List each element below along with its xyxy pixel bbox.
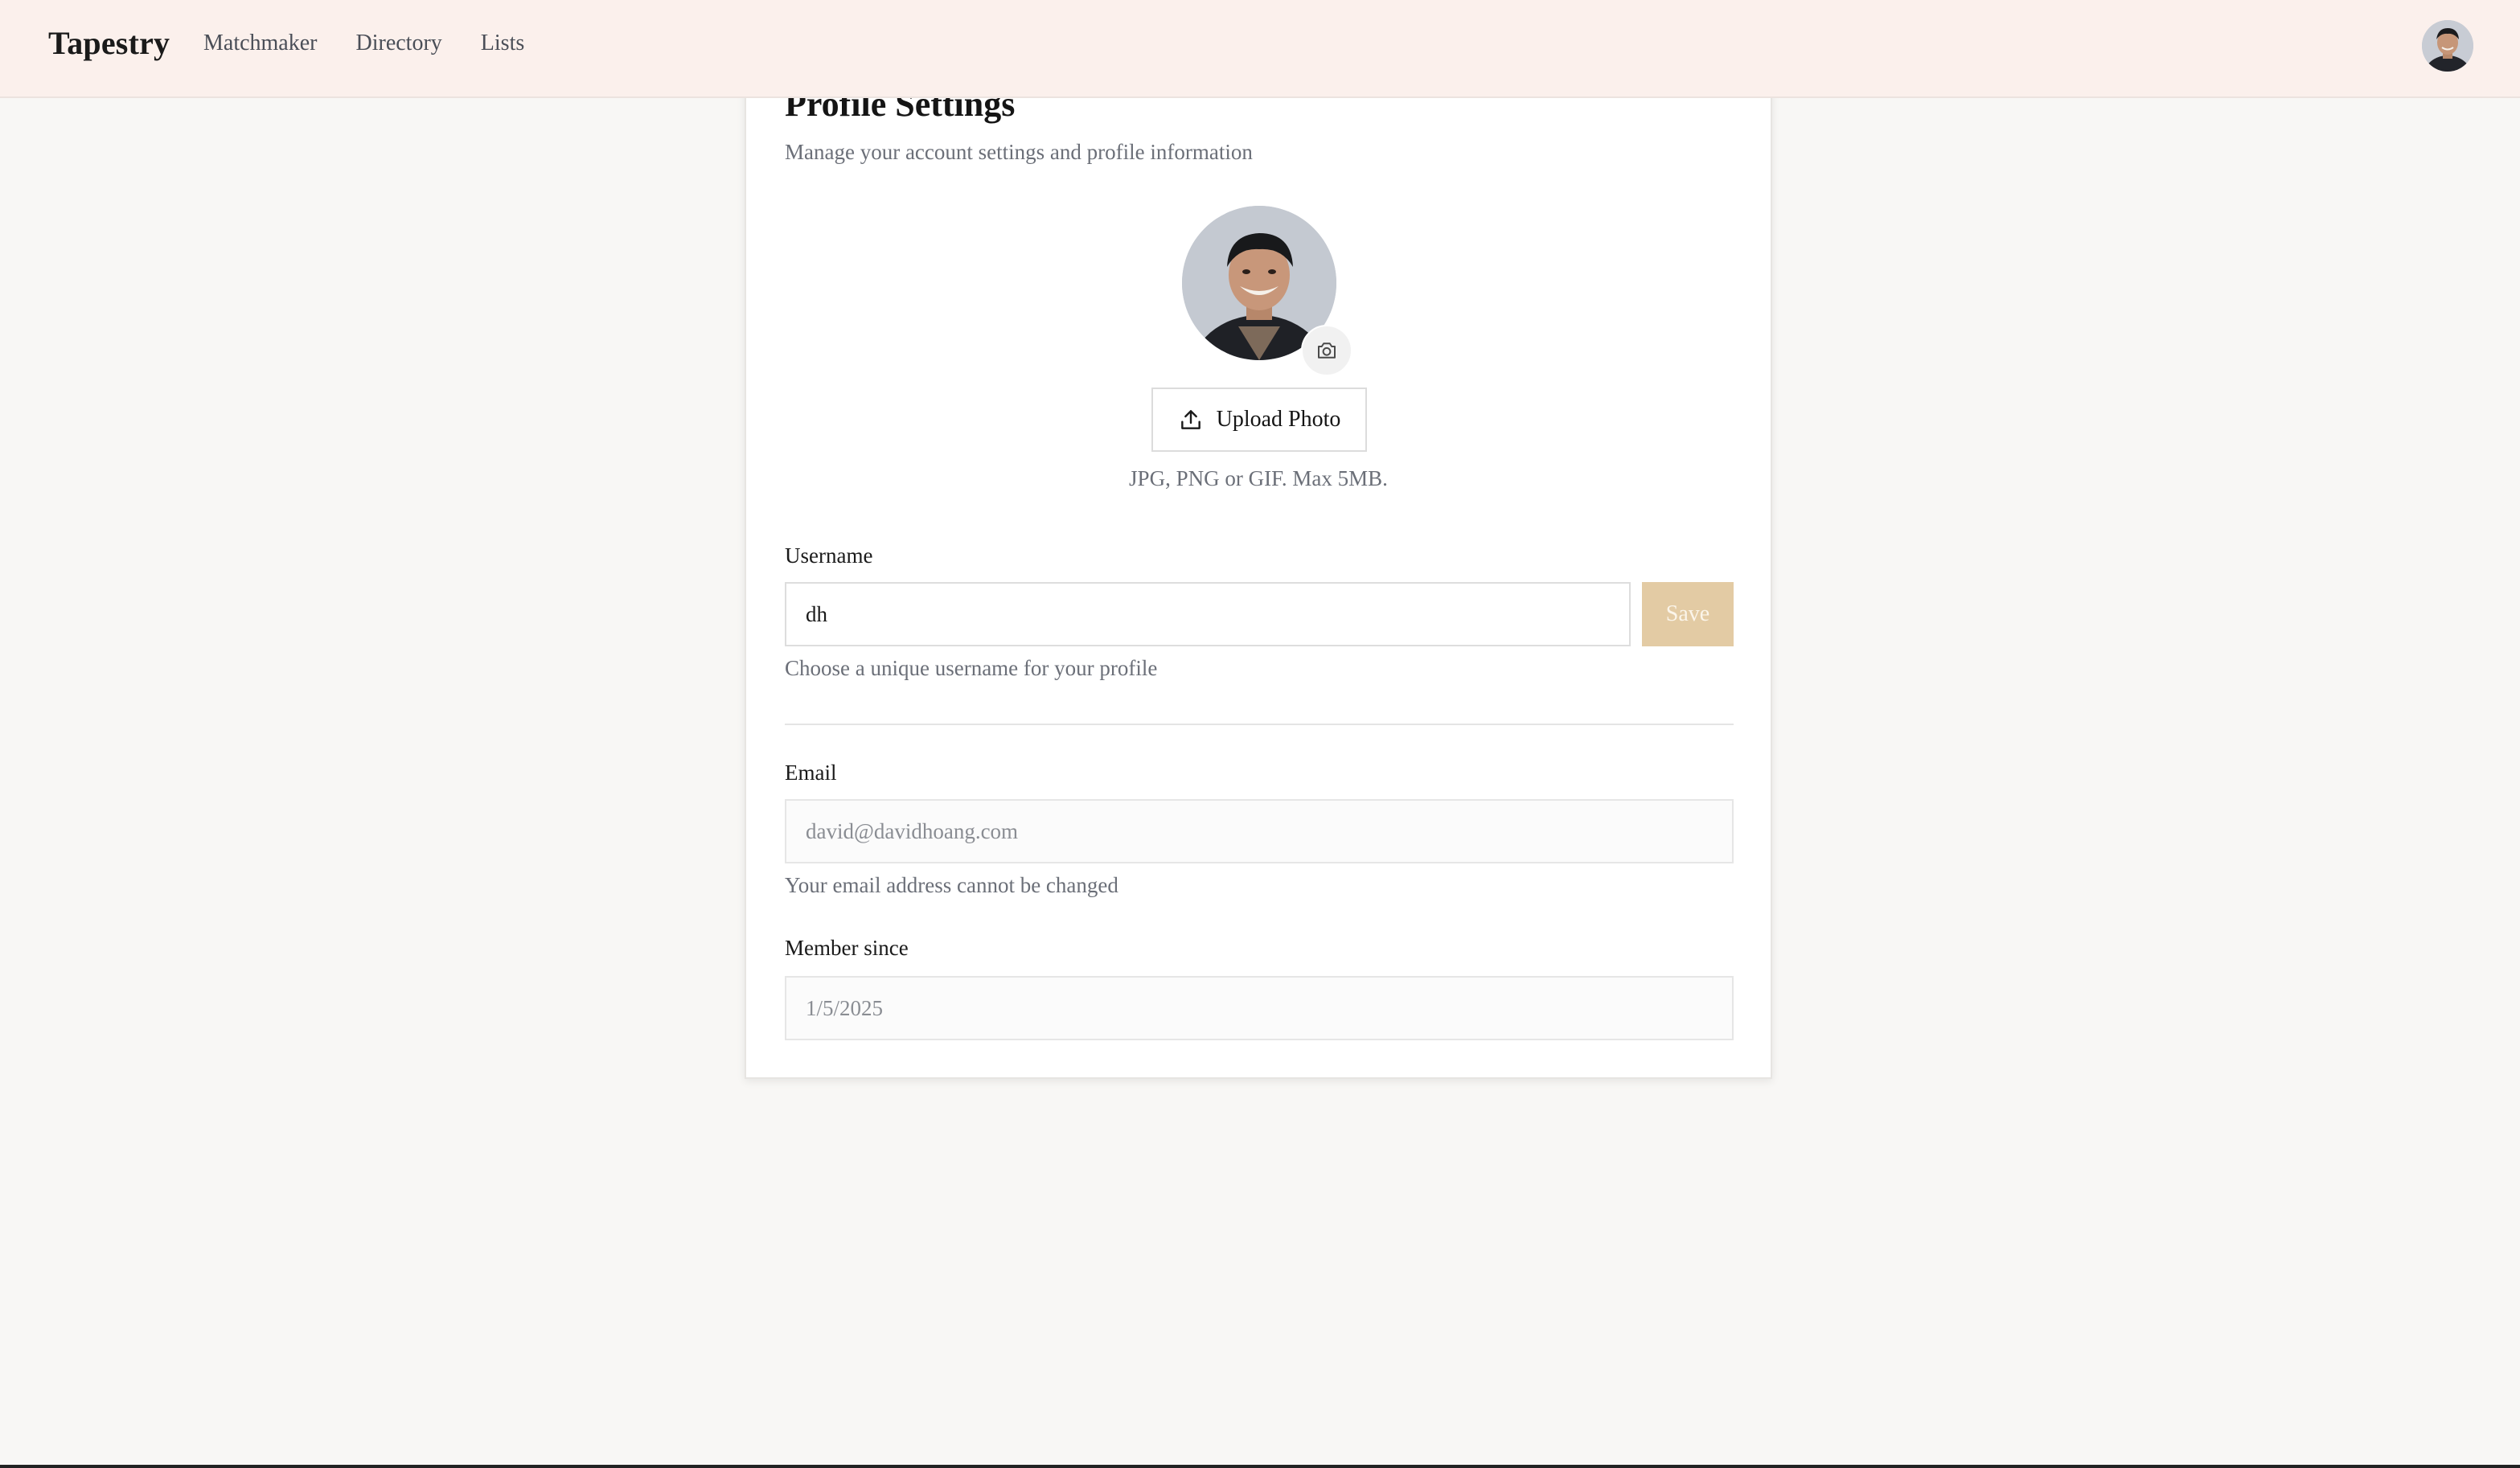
profile-photo xyxy=(1182,206,1352,376)
nav-matchmaker[interactable]: Matchmaker xyxy=(203,31,318,56)
username-help: Choose a unique username for your profil… xyxy=(785,656,1158,680)
member-since-field xyxy=(785,976,1734,1040)
member-since-label: Member since xyxy=(785,936,909,960)
brand-logo[interactable]: Tapestry xyxy=(48,24,170,62)
avatar-image xyxy=(2422,20,2473,72)
username-input[interactable] xyxy=(785,582,1631,646)
top-nav-bar: Tapestry Matchmaker Directory Lists xyxy=(0,0,2520,98)
user-avatar-menu[interactable] xyxy=(2422,20,2473,72)
page-subtitle: Manage your account settings and profile… xyxy=(785,140,1253,164)
main-nav: Matchmaker Directory Lists xyxy=(203,31,524,56)
email-label: Email xyxy=(785,761,837,785)
upload-icon xyxy=(1180,410,1200,429)
nav-lists[interactable]: Lists xyxy=(481,31,524,56)
camera-icon xyxy=(1318,342,1336,359)
profile-settings-card: Profile Settings Manage your account set… xyxy=(745,69,1772,1079)
email-field xyxy=(785,799,1734,863)
change-photo-button[interactable] xyxy=(1301,325,1352,376)
email-help: Your email address cannot be changed xyxy=(785,873,1118,897)
section-divider xyxy=(785,724,1734,725)
nav-directory[interactable]: Directory xyxy=(356,31,442,56)
username-label: Username xyxy=(785,543,873,568)
window-bottom-edge xyxy=(0,1465,2520,1468)
upload-hint: JPG, PNG or GIF. Max 5MB. xyxy=(1129,466,1388,490)
upload-photo-label: Upload Photo xyxy=(1216,407,1341,432)
save-username-button[interactable]: Save xyxy=(1642,582,1734,646)
upload-photo-button[interactable]: Upload Photo xyxy=(1151,388,1367,452)
